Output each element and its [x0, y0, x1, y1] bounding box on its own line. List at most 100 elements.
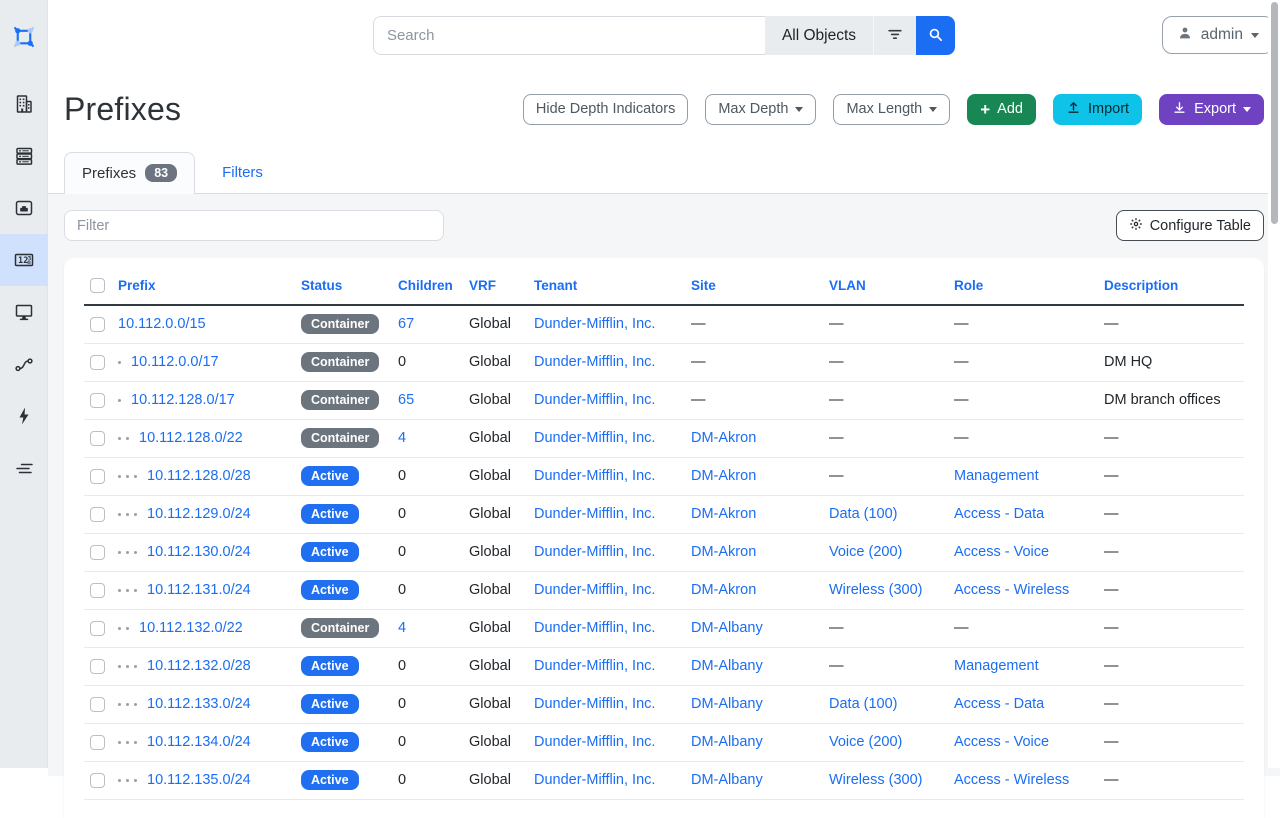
- row-checkbox[interactable]: [90, 431, 105, 446]
- export-dropdown[interactable]: Export: [1159, 94, 1264, 125]
- row-checkbox[interactable]: [90, 393, 105, 408]
- site-link[interactable]: DM-Akron: [691, 506, 756, 522]
- search-filter-button[interactable]: [873, 16, 916, 55]
- sidebar-item-connections[interactable]: [0, 182, 48, 234]
- row-checkbox[interactable]: [90, 507, 105, 522]
- prefix-link[interactable]: 10.112.0.0/17: [131, 354, 219, 370]
- add-button[interactable]: + Add: [967, 94, 1036, 125]
- vlan-link[interactable]: Voice (200): [829, 544, 902, 560]
- column-sort-link[interactable]: VRF: [469, 278, 496, 293]
- prefix-link[interactable]: 10.112.129.0/24: [147, 506, 251, 522]
- prefix-link[interactable]: 10.112.133.0/24: [147, 696, 251, 712]
- max-depth-dropdown[interactable]: Max Depth: [705, 94, 816, 125]
- vlan-link[interactable]: Data (100): [829, 696, 898, 712]
- role-link[interactable]: Access - Wireless: [954, 582, 1069, 598]
- row-checkbox[interactable]: [90, 317, 105, 332]
- configure-table-button[interactable]: Configure Table: [1116, 210, 1264, 241]
- column-sort-link[interactable]: Site: [691, 278, 716, 293]
- tenant-link[interactable]: Dunder-Mifflin, Inc.: [534, 544, 655, 560]
- tenant-link[interactable]: Dunder-Mifflin, Inc.: [534, 696, 655, 712]
- site-link[interactable]: DM-Akron: [691, 468, 756, 484]
- children-count-link[interactable]: 67: [398, 316, 414, 332]
- sidebar-item-virtualization[interactable]: [0, 286, 48, 338]
- row-checkbox[interactable]: [90, 697, 105, 712]
- site-link[interactable]: DM-Albany: [691, 658, 763, 674]
- user-menu-button[interactable]: admin: [1162, 16, 1274, 54]
- prefix-link[interactable]: 10.112.134.0/24: [147, 734, 251, 750]
- max-length-dropdown[interactable]: Max Length: [833, 94, 950, 125]
- tenant-link[interactable]: Dunder-Mifflin, Inc.: [534, 582, 655, 598]
- column-sort-link[interactable]: Prefix: [118, 278, 156, 293]
- sidebar-item-ipam[interactable]: 1 2 3: [0, 234, 48, 286]
- tenant-link[interactable]: Dunder-Mifflin, Inc.: [534, 316, 655, 332]
- prefix-link[interactable]: 10.112.132.0/22: [139, 620, 243, 636]
- search-scope-button[interactable]: All Objects: [765, 16, 873, 55]
- prefix-link[interactable]: 10.112.130.0/24: [147, 544, 251, 560]
- column-sort-link[interactable]: Role: [954, 278, 983, 293]
- tab-prefixes[interactable]: Prefixes 83: [64, 152, 195, 194]
- children-count-link[interactable]: 4: [398, 430, 406, 446]
- prefix-link[interactable]: 10.112.128.0/17: [131, 392, 235, 408]
- tenant-link[interactable]: Dunder-Mifflin, Inc.: [534, 506, 655, 522]
- prefix-link[interactable]: 10.112.135.0/24: [147, 772, 251, 788]
- scrollbar-thumb[interactable]: [1271, 2, 1278, 224]
- import-button[interactable]: Import: [1053, 94, 1142, 125]
- row-checkbox[interactable]: [90, 773, 105, 788]
- tenant-link[interactable]: Dunder-Mifflin, Inc.: [534, 354, 655, 370]
- tenant-link[interactable]: Dunder-Mifflin, Inc.: [534, 468, 655, 484]
- children-count-link[interactable]: 65: [398, 392, 414, 408]
- quick-filter-input[interactable]: [64, 210, 444, 241]
- vlan-link[interactable]: Wireless (300): [829, 582, 922, 598]
- sidebar-item-circuits[interactable]: [0, 338, 48, 390]
- tenant-link[interactable]: Dunder-Mifflin, Inc.: [534, 430, 655, 446]
- tenant-link[interactable]: Dunder-Mifflin, Inc.: [534, 734, 655, 750]
- role-link[interactable]: Access - Voice: [954, 734, 1049, 750]
- tenant-link[interactable]: Dunder-Mifflin, Inc.: [534, 658, 655, 674]
- select-all-checkbox[interactable]: [90, 278, 105, 293]
- row-checkbox[interactable]: [90, 621, 105, 636]
- tenant-link[interactable]: Dunder-Mifflin, Inc.: [534, 772, 655, 788]
- row-checkbox[interactable]: [90, 583, 105, 598]
- row-checkbox[interactable]: [90, 469, 105, 484]
- column-sort-link[interactable]: Description: [1104, 278, 1178, 293]
- role-link[interactable]: Access - Voice: [954, 544, 1049, 560]
- column-sort-link[interactable]: Status: [301, 278, 342, 293]
- site-link[interactable]: DM-Albany: [691, 696, 763, 712]
- page-scrollbar[interactable]: [1268, 0, 1280, 768]
- column-sort-link[interactable]: VLAN: [829, 278, 866, 293]
- hide-depth-indicators-button[interactable]: Hide Depth Indicators: [523, 94, 688, 125]
- sidebar-item-power[interactable]: [0, 390, 48, 442]
- global-search-input[interactable]: [373, 16, 765, 55]
- role-link[interactable]: Management: [954, 468, 1039, 484]
- sidebar-item-organization[interactable]: [0, 78, 48, 130]
- role-link[interactable]: Management: [954, 658, 1039, 674]
- row-checkbox[interactable]: [90, 659, 105, 674]
- sidebar-item-home[interactable]: [0, 0, 48, 78]
- tab-filters[interactable]: Filters: [195, 153, 290, 193]
- prefix-link[interactable]: 10.112.128.0/28: [147, 468, 251, 484]
- role-link[interactable]: Access - Data: [954, 696, 1044, 712]
- vlan-link[interactable]: Wireless (300): [829, 772, 922, 788]
- row-checkbox[interactable]: [90, 545, 105, 560]
- sidebar-item-devices[interactable]: [0, 130, 48, 182]
- site-link[interactable]: DM-Albany: [691, 734, 763, 750]
- site-link[interactable]: DM-Akron: [691, 430, 756, 446]
- column-sort-link[interactable]: Children: [398, 278, 453, 293]
- prefix-link[interactable]: 10.112.131.0/24: [147, 582, 251, 598]
- role-link[interactable]: Access - Wireless: [954, 772, 1069, 788]
- row-checkbox[interactable]: [90, 735, 105, 750]
- site-link[interactable]: DM-Albany: [691, 772, 763, 788]
- prefix-link[interactable]: 10.112.0.0/15: [118, 316, 206, 332]
- site-link[interactable]: DM-Albany: [691, 620, 763, 636]
- row-checkbox[interactable]: [90, 355, 105, 370]
- column-sort-link[interactable]: Tenant: [534, 278, 577, 293]
- site-link[interactable]: DM-Akron: [691, 582, 756, 598]
- children-count-link[interactable]: 4: [398, 620, 406, 636]
- prefix-link[interactable]: 10.112.132.0/28: [147, 658, 251, 674]
- role-link[interactable]: Access - Data: [954, 506, 1044, 522]
- tenant-link[interactable]: Dunder-Mifflin, Inc.: [534, 392, 655, 408]
- tenant-link[interactable]: Dunder-Mifflin, Inc.: [534, 620, 655, 636]
- search-submit-button[interactable]: [916, 16, 955, 55]
- prefix-link[interactable]: 10.112.128.0/22: [139, 430, 243, 446]
- vlan-link[interactable]: Voice (200): [829, 734, 902, 750]
